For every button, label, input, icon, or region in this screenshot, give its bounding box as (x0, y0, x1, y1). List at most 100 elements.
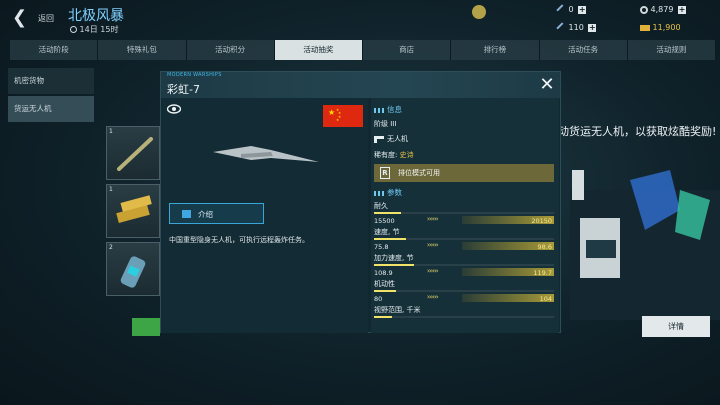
ranked-mode-text: 排位模式可用 (398, 169, 440, 177)
params-section-title: 参数 (374, 187, 402, 198)
tab-event-stages[interactable]: 活动阶段 (10, 40, 99, 60)
section-stripes-icon (374, 190, 384, 196)
stat-name: 机动性 (374, 280, 395, 288)
parts-resource: 110 + (556, 21, 597, 34)
stat-row: 视野范围, 千米 (374, 305, 554, 331)
gold-resource: 11,900 (640, 23, 681, 32)
add-parts-button[interactable]: + (588, 23, 597, 32)
stat-bar-fill (374, 238, 407, 240)
silver-resource: 4,879 + (640, 5, 686, 14)
wrench-count: 0 (568, 5, 574, 14)
stat-base-value: 75.8 (374, 243, 389, 251)
modal-title: 彩虹-7 (167, 83, 200, 96)
tab-event-rules[interactable]: 活动规则 (627, 40, 716, 60)
tab-special-packs[interactable]: 特殊礼包 (98, 40, 187, 60)
reward-card-canister[interactable]: 2 (106, 242, 160, 296)
stat-max-value: 20150 (531, 217, 552, 225)
silver-count: 4,879 (650, 5, 674, 14)
tab-event-tasks[interactable]: 活动任务 (539, 40, 628, 60)
item-detail-modal: MODERN WARSHIPS 彩虹-7 ✕ ★ ★ ★ ★ ★ 介绍 中国重型… (160, 71, 561, 333)
stat-max-value: 119.7 (533, 269, 552, 277)
parts-count: 110 (568, 23, 584, 32)
book-icon (182, 210, 191, 218)
section-stripes-icon (374, 107, 384, 113)
tab-event-points[interactable]: 活动积分 (186, 40, 275, 60)
upgrade-chevrons-icon: ›››››› (426, 241, 439, 249)
upgrade-chevrons-icon: ›››››› (426, 267, 439, 275)
gold-bars-icon (116, 195, 152, 223)
add-wrench-button[interactable]: + (578, 5, 587, 14)
back-arrow-icon[interactable]: ❮ (12, 8, 34, 28)
stat-bar (374, 212, 554, 214)
tab-event-lottery[interactable]: 活动抽奖 (274, 40, 363, 60)
rank-icon: R (380, 167, 390, 179)
drone-class-icon (374, 135, 384, 143)
stat-bar (374, 264, 554, 266)
china-flag-icon: ★ ★ ★ ★ ★ (323, 105, 363, 127)
sidebar-item-cargo-drone[interactable]: 货运无人机 (8, 96, 94, 122)
tab-leaderboard[interactable]: 排行榜 (451, 40, 540, 60)
stat-bar (374, 238, 554, 240)
wrench-resource: 0 + (556, 3, 587, 16)
stat-row: 耐久 15500 ›››››› 20150 (374, 201, 554, 227)
event-title: 北极风暴 (68, 8, 124, 24)
stat-name: 视野范围, 千米 (374, 306, 421, 314)
tab-bar: 活动阶段 特殊礼包 活动积分 活动抽奖 商店 排行榜 活动任务 活动规则 (10, 40, 716, 60)
add-silver-button[interactable]: + (678, 5, 686, 14)
rarity-value: 史诗 (399, 151, 414, 159)
stat-bar (374, 316, 554, 318)
card-count: 2 (109, 244, 113, 251)
upgrade-chevrons-icon: ›››››› (426, 293, 439, 301)
svg-text:★: ★ (336, 118, 339, 122)
gold-count: 11,900 (652, 23, 681, 32)
tab-shop[interactable]: 商店 (363, 40, 452, 60)
stat-base-value: 15500 (374, 217, 395, 225)
stat-base-value: 80 (374, 295, 383, 303)
coin-resource (472, 5, 486, 19)
modal-header: MODERN WARSHIPS 彩虹-7 ✕ (161, 72, 560, 98)
card-count: 1 (109, 128, 113, 135)
top-bar: ❮ 返回 北极风暴 14日 15时 0 + 4,879 + 110 + 11,9… (0, 0, 720, 40)
detail-button[interactable]: 详情 (642, 316, 710, 337)
item-description: 中国重型隐身无人机，可执行远程轰炸任务。 (169, 236, 309, 244)
stat-bar-fill (374, 290, 396, 292)
parts-icon (556, 21, 568, 34)
stat-name: 加力速度, 节 (374, 254, 414, 262)
reward-card-missile[interactable]: 1 (106, 126, 160, 180)
reward-card-gold[interactable]: 1 (106, 184, 160, 238)
timer-text: 14日 15时 (79, 25, 119, 34)
item-preview-pane: ★ ★ ★ ★ ★ 介绍 中国重型隐身无人机，可执行远程轰炸任务。 (161, 98, 368, 333)
drone-image (213, 146, 319, 162)
stat-name: 耐久 (374, 202, 388, 210)
stat-row: 机动性 80 ›››››› 104 (374, 279, 554, 305)
back-label[interactable]: 返回 (38, 13, 54, 24)
stat-bar (374, 290, 554, 292)
card-count: 1 (109, 186, 113, 193)
vip-coin-icon (472, 5, 486, 19)
missile-icon (117, 137, 153, 171)
canister-icon (120, 256, 146, 288)
stat-max-value: 104 (539, 295, 552, 303)
promo-text: 动货运无人机，以获取炫酷奖励! (558, 125, 717, 138)
ranked-mode-badge: R 排位模式可用 (374, 164, 554, 182)
intro-button[interactable]: 介绍 (169, 203, 264, 224)
class-row: 无人机 (374, 134, 408, 144)
close-icon[interactable]: ✕ (537, 75, 557, 95)
info-section-title: 信息 (374, 104, 402, 115)
wrench-icon (556, 3, 568, 16)
eye-icon[interactable] (167, 104, 181, 114)
stat-row: 速度, 节 75.8 ›››››› 98.6 (374, 227, 554, 253)
sidebar-item-classified-cargo[interactable]: 机密货物 (8, 68, 94, 94)
green-action-strip[interactable] (132, 318, 160, 336)
rarity-row: 稀有度: 史诗 (374, 151, 414, 159)
stat-bar-fill (374, 316, 392, 318)
gear-coin-icon (640, 5, 648, 14)
game-tag: MODERN WARSHIPS (167, 72, 222, 78)
svg-text:★: ★ (328, 108, 335, 117)
stat-bar-fill (374, 212, 401, 214)
clock-icon (70, 26, 77, 33)
stat-name: 速度, 节 (374, 228, 400, 236)
robot-drone-image (570, 170, 720, 320)
upgrade-chevrons-icon: ›››››› (426, 215, 439, 223)
item-info-pane: 信息 阶级 III 无人机 稀有度: 史诗 R 排位模式可用 参数 耐久 1550… (371, 98, 559, 333)
